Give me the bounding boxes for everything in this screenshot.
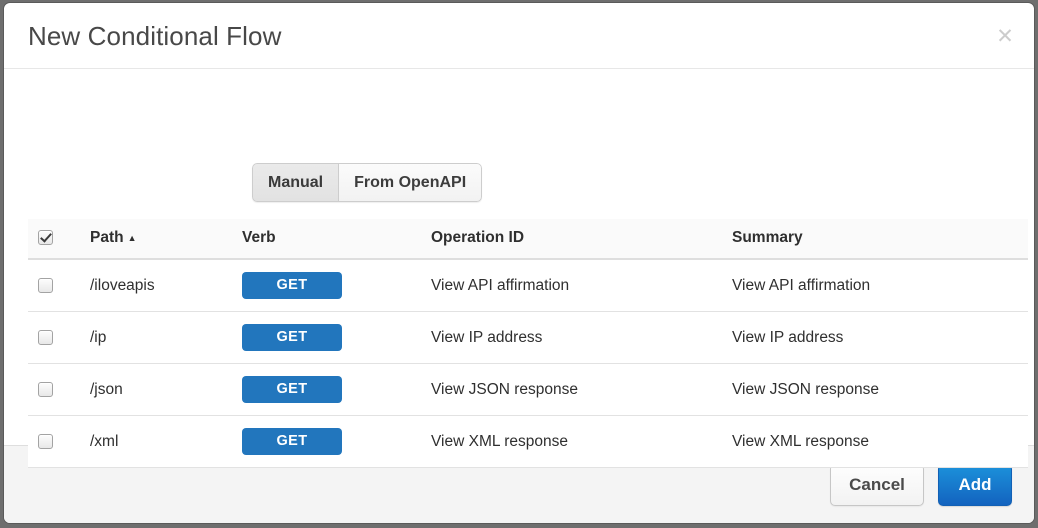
table-header-row: Path ▲ Verb Operation ID Summary	[28, 219, 1028, 259]
close-icon[interactable]: ✕	[994, 25, 1016, 47]
row-operation-id: View IP address	[431, 312, 732, 364]
row-operation-id: View XML response	[431, 416, 732, 468]
row-summary: View API affirmation	[732, 259, 1028, 312]
source-mode-toggle-group: Manual From OpenAPI	[252, 163, 482, 202]
row-summary: View JSON response	[732, 364, 1028, 416]
dialog-header: New Conditional Flow ✕	[4, 3, 1034, 69]
row-operation-id: View API affirmation	[431, 259, 732, 312]
verb-badge[interactable]: GET	[242, 428, 342, 455]
row-checkbox[interactable]	[38, 382, 53, 397]
row-select-cell	[28, 312, 90, 364]
column-header-summary[interactable]: Summary	[732, 219, 1028, 259]
verb-badge[interactable]: GET	[242, 376, 342, 403]
row-operation-id: View JSON response	[431, 364, 732, 416]
row-checkbox[interactable]	[38, 434, 53, 449]
table-row[interactable]: /xml GET View XML response View XML resp…	[28, 416, 1028, 468]
row-verb-cell: GET	[242, 416, 431, 468]
table-head: Path ▲ Verb Operation ID Summary	[28, 219, 1028, 259]
table-body: /iloveapis GET View API affirmation View…	[28, 259, 1028, 468]
row-path: /xml	[90, 416, 242, 468]
row-select-cell	[28, 364, 90, 416]
table-row[interactable]: /ip GET View IP address View IP address	[28, 312, 1028, 364]
column-header-path-label: Path	[90, 229, 124, 246]
row-verb-cell: GET	[242, 312, 431, 364]
verb-badge[interactable]: GET	[242, 272, 342, 299]
row-summary: View IP address	[732, 312, 1028, 364]
operations-table-wrapper: Path▲ Verb Operation ID Summary /iloveap…	[28, 219, 1018, 468]
row-select-cell	[28, 416, 90, 468]
add-button[interactable]: Add	[938, 464, 1012, 506]
toggle-from-openapi[interactable]: From OpenAPI	[338, 163, 482, 202]
cancel-button[interactable]: Cancel	[830, 464, 924, 506]
column-header-operation-id[interactable]: Operation ID	[431, 219, 732, 259]
row-checkbox[interactable]	[38, 330, 53, 345]
select-all-checkbox[interactable]	[38, 230, 53, 245]
row-path: /ip	[90, 312, 242, 364]
column-header-select	[28, 219, 90, 259]
operations-table: Path ▲ Verb Operation ID Summary /iloveap…	[28, 219, 1028, 468]
new-conditional-flow-dialog: New Conditional Flow ✕ Manual From OpenA…	[3, 2, 1035, 524]
row-summary: View XML response	[732, 416, 1028, 468]
row-checkbox[interactable]	[38, 278, 53, 293]
verb-badge[interactable]: GET	[242, 324, 342, 351]
sort-ascending-icon: ▲	[128, 233, 137, 243]
dialog-body: Manual From OpenAPI Path ▲ Verb Operation…	[4, 69, 1034, 445]
dialog-title: New Conditional Flow	[28, 21, 281, 52]
row-verb-cell: GET	[242, 259, 431, 312]
row-path: /iloveapis	[90, 259, 242, 312]
row-verb-cell: GET	[242, 364, 431, 416]
column-header-path[interactable]: Path ▲	[90, 219, 242, 259]
table-row[interactable]: /json GET View JSON response View JSON r…	[28, 364, 1028, 416]
row-path: /json	[90, 364, 242, 416]
table-row[interactable]: /iloveapis GET View API affirmation View…	[28, 259, 1028, 312]
column-header-verb[interactable]: Verb	[242, 219, 431, 259]
row-select-cell	[28, 259, 90, 312]
toggle-manual[interactable]: Manual	[252, 163, 338, 202]
